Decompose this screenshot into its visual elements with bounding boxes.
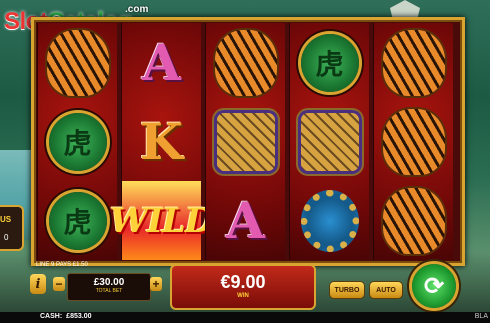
symbol-a: A <box>226 191 265 250</box>
cash-balance: CASH: £853.00 <box>40 313 91 320</box>
control-panel: i − £30.00 TOTAL BET + €9.00 WIN TURBO A… <box>30 264 410 310</box>
total-bet-label: TOTAL BET <box>95 288 123 294</box>
jade-medallion-icon: 虎 <box>48 112 107 171</box>
refresh-icon: ⟳ <box>423 272 445 300</box>
symbol-tiger <box>206 23 285 102</box>
spin-button[interactable]: ⟳ <box>412 264 456 308</box>
symbol-medallion: 虎 <box>38 102 117 181</box>
win-value: €9.00 <box>220 272 266 292</box>
reel-1: 虎 虎 <box>37 23 117 260</box>
symbol-golden-tiger <box>206 102 285 181</box>
golden-tiger-icon <box>213 109 278 174</box>
reel-2: A K WILD <box>110 23 214 260</box>
total-bet-display: £30.00 TOTAL BET <box>67 273 151 301</box>
symbol-beads <box>290 181 369 260</box>
reel-3: A <box>205 23 285 260</box>
cash-label: CASH: <box>40 313 63 320</box>
symbol-wild: WILD <box>110 181 214 260</box>
side-feature-label: US <box>0 215 12 224</box>
cash-value: £853.00 <box>66 313 92 320</box>
decrease-bet-button[interactable]: − <box>53 277 65 291</box>
symbol-tiger <box>38 23 117 102</box>
jade-medallion-icon: 虎 <box>300 33 359 92</box>
tiger-icon <box>382 29 445 96</box>
info-button[interactable]: i <box>30 274 46 294</box>
symbol-golden-tiger <box>290 102 369 181</box>
symbol-medallion: 虎 <box>290 23 369 102</box>
watermark-suffix: .com <box>125 4 149 15</box>
increase-bet-button[interactable]: + <box>150 277 162 291</box>
prayer-beads-icon <box>300 189 359 252</box>
jade-medallion-icon: 虎 <box>48 191 107 250</box>
win-display: €9.00 WIN <box>170 264 316 310</box>
symbol-tiger <box>374 181 453 260</box>
side-feature-panel[interactable] <box>0 205 24 251</box>
symbol-tiger <box>374 102 453 181</box>
side-feature-value: 0 <box>4 233 9 242</box>
symbol-k: K <box>139 112 184 171</box>
tiger-icon <box>214 29 277 96</box>
symbol-a: A <box>142 33 181 92</box>
total-bet-value: £30.00 <box>93 277 125 288</box>
tiger-icon <box>46 29 109 96</box>
reel-4: 虎 <box>289 23 369 260</box>
reel-5 <box>373 23 453 260</box>
tiger-icon <box>382 187 445 254</box>
brand-text: BLA <box>474 313 488 320</box>
status-bar: CASH: £853.00 BLA <box>0 312 490 323</box>
autoplay-button[interactable]: AUTO <box>370 282 402 298</box>
win-label: WIN <box>237 293 249 299</box>
golden-tiger-icon <box>297 109 362 174</box>
tiger-icon <box>382 108 445 175</box>
turbo-button[interactable]: TURBO <box>330 282 364 298</box>
reels-frame: 虎 虎 A K WILD A 虎 <box>31 17 465 266</box>
symbol-medallion: 虎 <box>38 181 117 260</box>
symbol-tiger <box>374 23 453 102</box>
